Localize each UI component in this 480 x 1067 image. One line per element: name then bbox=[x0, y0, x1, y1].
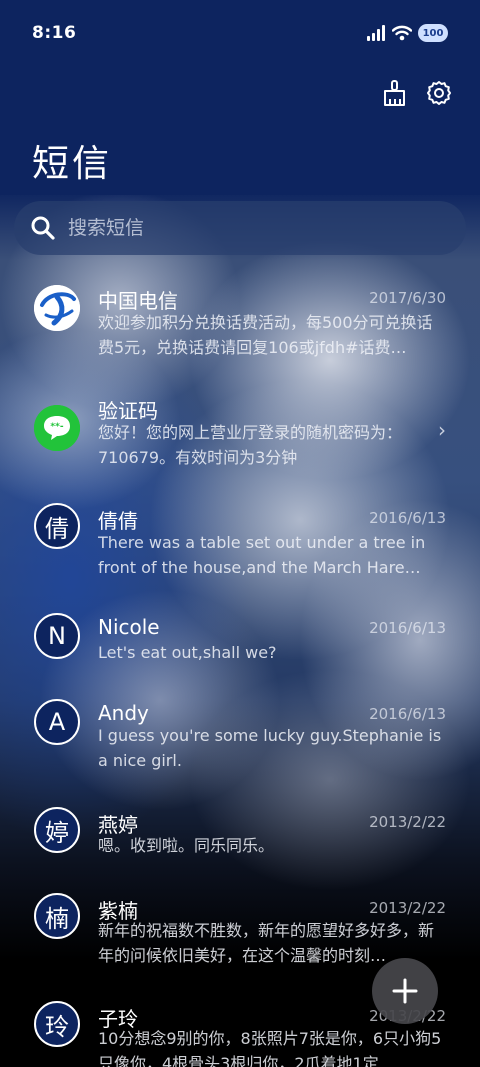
avatar: 婷 bbox=[34, 807, 80, 853]
battery-icon: 100 bbox=[418, 24, 448, 42]
search-input[interactable] bbox=[66, 216, 430, 240]
contact-name: Andy bbox=[98, 701, 149, 725]
message-preview: There was a table set out under a tree i… bbox=[98, 533, 426, 577]
message-date: 2016/6/13 bbox=[369, 619, 446, 637]
avatar: 玲 bbox=[34, 1001, 80, 1047]
message-preview: 嗯。收到啦。同乐同乐。 bbox=[98, 836, 275, 855]
avatar: 楠 bbox=[34, 893, 80, 939]
china-telecom-logo-icon bbox=[34, 285, 80, 331]
message-date: 2013/2/22 bbox=[369, 813, 446, 831]
message-preview: 欢迎参加积分兑换话费活动，每500分可兑换话费5元，兑换话费请回复106或jfd… bbox=[98, 313, 433, 357]
message-preview: Let's eat out,shall we? bbox=[98, 643, 277, 662]
search-bar[interactable] bbox=[14, 201, 466, 255]
contact-name: Nicole bbox=[98, 615, 160, 639]
message-date: 2017/6/30 bbox=[369, 289, 446, 307]
plus-icon bbox=[392, 978, 418, 1004]
message-date: 2013/2/22 bbox=[369, 899, 446, 917]
avatar: 倩 bbox=[34, 503, 80, 549]
settings-button[interactable] bbox=[424, 78, 454, 108]
message-preview: 您好！您的网上营业厅登录的随机密码为：710679。有效时间为3分钟 bbox=[98, 423, 403, 467]
search-icon bbox=[31, 216, 55, 240]
status-time: 8:16 bbox=[32, 23, 77, 43]
message-preview: I guess you're some lucky guy.Stephanie … bbox=[98, 726, 442, 770]
signal-icon bbox=[367, 25, 385, 41]
message-date: 2016/6/13 bbox=[369, 509, 446, 527]
avatar: A bbox=[34, 699, 80, 745]
status-bar: 8:16 100 bbox=[0, 0, 480, 66]
page-title: 短信 bbox=[32, 142, 112, 185]
wifi-icon bbox=[392, 25, 412, 41]
header-actions bbox=[378, 78, 454, 108]
verification-code-glyph: **- bbox=[50, 422, 63, 432]
avatar: N bbox=[34, 613, 80, 659]
clean-button[interactable] bbox=[378, 78, 408, 108]
status-icons: 100 bbox=[366, 24, 448, 42]
message-preview: 10分想念9别的你，8张照片7张是你，6只小狗5只像你，4根骨头3根归你，2爪着… bbox=[98, 1029, 442, 1067]
broom-icon bbox=[384, 80, 405, 106]
new-message-button[interactable] bbox=[372, 958, 438, 1024]
message-icon: **- bbox=[34, 405, 80, 451]
message-date: 2016/6/13 bbox=[369, 705, 446, 723]
gear-icon bbox=[427, 81, 451, 105]
chevron-right-icon: › bbox=[438, 418, 446, 442]
